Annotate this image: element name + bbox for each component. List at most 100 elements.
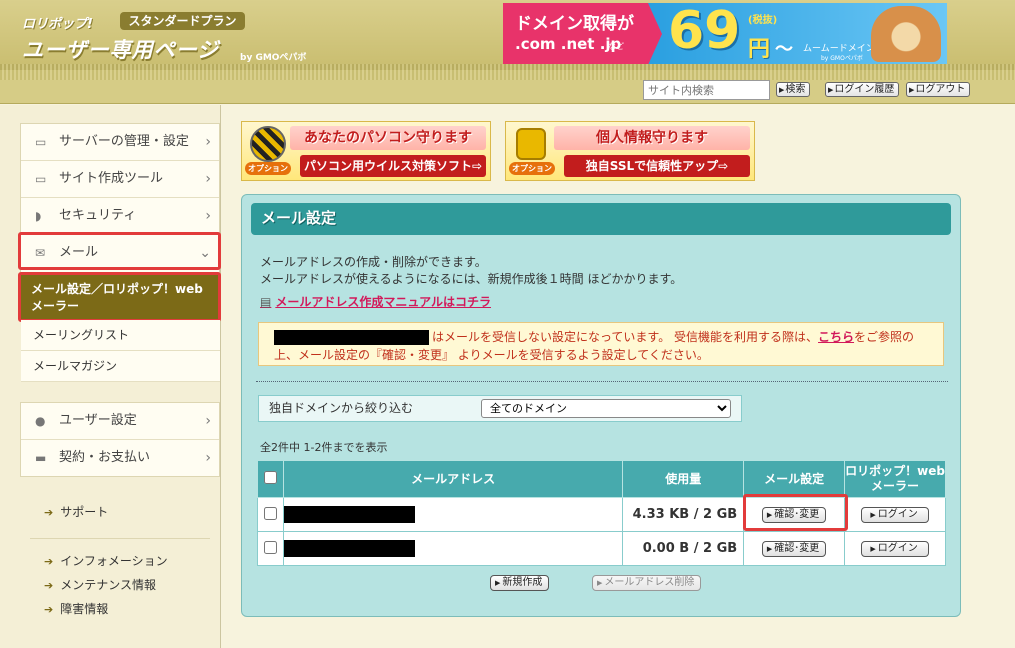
webmailer-header: ロリポップ！webメーラー [844, 460, 946, 498]
delete-address-label: メールアドレス削除 [604, 577, 695, 588]
domain-filter-select[interactable]: 全てのドメイン [481, 399, 731, 418]
sidebar-item-security[interactable]: ◗ セキュリティ › [21, 198, 219, 235]
sidebar-item-label: ユーザー設定 [59, 413, 137, 428]
triangle-icon: ▶ [909, 86, 915, 94]
sidebar-subitem-mail-magazine[interactable]: メールマガジン [21, 351, 220, 382]
table-row: 0.00 B / 2 GB ▶ 確認･変更 ▶ ログイン [257, 531, 946, 566]
antivirus-promo-banner[interactable]: オプション あなたのパソコン守ります パソコン用ウイルス対策ソフト⇨ [241, 121, 491, 181]
chevron-right-icon: › [205, 450, 211, 466]
search-button-label: 検索 [785, 84, 806, 95]
header: ロリポップ! スタンダードプラン ユーザー専用ページ by GMOペパボ ドメイ… [0, 0, 1015, 70]
banner-yen: 円 [748, 37, 771, 62]
select-all-cell [257, 460, 284, 498]
credit-card-icon: ▬ [35, 451, 47, 465]
new-address-button[interactable]: ▶ 新規作成 [490, 575, 550, 591]
sidebar-link-maintenance[interactable]: メンテナンス情報 [44, 576, 156, 593]
domain-filter: 独自ドメインから絞り込む 全てのドメイン [258, 395, 742, 422]
plan-badge: スタンダードプラン [120, 12, 245, 30]
logo-text[interactable]: ロリポップ! [22, 13, 93, 32]
table-header-row: メールアドレス 使用量 メール設定 ロリポップ！webメーラー [257, 460, 946, 498]
address-cell [282, 531, 624, 566]
option-tag: オプション [509, 162, 555, 175]
promo-heading: 個人情報守ります [554, 126, 750, 150]
row-select-cell [257, 531, 284, 566]
banner-brand-by: by GMOペパボ [821, 55, 863, 62]
laptop-icon: ▭ [35, 172, 47, 186]
delete-address-button[interactable]: ▶ メールアドレス削除 [592, 575, 702, 591]
webmailer-cell: ▶ ログイン [844, 531, 946, 566]
sidebar-item-label: サーバーの管理・設定 [59, 134, 189, 149]
manual-link[interactable]: ▤ メールアドレス作成マニュアルはコチラ [260, 293, 491, 310]
sidebar-subitem-mail-settings[interactable]: メール設定／ロリポップ！webメーラー [18, 272, 221, 322]
chevron-right-icon: › [205, 208, 211, 224]
warning-text: はメールを受信しない設定になっています。 受信機能を利用する際は、 [432, 330, 819, 344]
confirm-change-label: 確認･変更 [774, 543, 820, 554]
logout-label: ログアウト [915, 84, 966, 95]
manual-link-label: メールアドレス作成マニュアルはコチラ [275, 295, 491, 309]
sidebar-link-support[interactable]: サポート [44, 503, 108, 520]
domain-banner[interactable]: ドメイン取得が .com .net .jp など 69 (税抜) 円 〜 ムーム… [503, 3, 947, 65]
address-cell [282, 497, 624, 532]
triangle-icon: ▶ [870, 545, 876, 553]
document-icon: ▤ [260, 295, 272, 309]
promo-subtext: パソコン用ウイルス対策ソフト⇨ [300, 155, 486, 177]
page-title: メール設定 [251, 203, 951, 235]
usage-cell: 0.00 B / 2 GB [622, 531, 745, 566]
redacted-address [283, 540, 415, 557]
sidebar-item-user-settings[interactable]: ● ユーザー設定 › [21, 403, 219, 440]
new-address-label: 新規作成 [502, 577, 543, 588]
login-label: ログイン [877, 543, 918, 554]
site-search-input[interactable] [643, 80, 770, 100]
select-all-checkbox[interactable] [263, 470, 277, 484]
triangle-icon: ▶ [597, 579, 603, 587]
sidebar-item-label: セキュリティ [59, 208, 137, 223]
chevron-right-icon: › [205, 134, 211, 150]
row-checkbox[interactable] [263, 506, 277, 520]
lock-icon [516, 128, 546, 160]
webmailer-login-button[interactable]: ▶ ログイン [861, 541, 929, 557]
triangle-icon: ▶ [495, 579, 501, 587]
usage-cell: 4.33 KB / 2 GB [622, 497, 745, 532]
address-header: メールアドレス [282, 460, 624, 498]
settings-cell: ▶ 確認･変更 [743, 531, 846, 566]
mail-highlight-box [18, 232, 221, 270]
promo-heading: あなたのパソコン守ります [290, 126, 486, 150]
banner-wave: 〜 [775, 39, 793, 60]
sidebar-item-site-tools[interactable]: ▭ サイト作成ツール › [21, 161, 219, 198]
triangle-icon: ▶ [828, 86, 834, 94]
chevron-right-icon: › [205, 171, 211, 187]
option-tag: オプション [245, 162, 291, 175]
warning-line-2: 上、メール設定の『確認・変更』 よりメールを受信するよう設定してください。 [274, 348, 709, 362]
promo-subtext: 独自SSLで信頼性アップ⇨ [564, 155, 750, 177]
sidebar-link-information[interactable]: インフォメーション [44, 552, 167, 569]
triangle-icon: ▶ [779, 86, 785, 94]
ssl-promo-banner[interactable]: オプション 個人情報守ります 独自SSLで信頼性アップ⇨ [505, 121, 755, 181]
confirm-change-button[interactable]: ▶ 確認･変更 [761, 541, 827, 557]
triangle-icon: ▶ [870, 511, 876, 519]
sidebar-item-billing[interactable]: ▬ 契約・お支払い › [21, 440, 219, 477]
logout-button[interactable]: ▶ログアウト [906, 82, 971, 97]
login-history-button[interactable]: ▶ログイン履歴 [825, 82, 900, 97]
login-label: ログイン [877, 509, 918, 520]
logo-by: by GMOペパボ [240, 53, 307, 63]
webmailer-login-button[interactable]: ▶ ログイン [861, 507, 929, 523]
sidebar-item-server[interactable]: ▭ サーバーの管理・設定 › [21, 124, 219, 161]
sidebar-menu-2: ● ユーザー設定 › ▬ 契約・お支払い › [20, 402, 220, 477]
redacted-address [274, 330, 429, 345]
banner-line2-suffix: など [608, 42, 624, 51]
logo-title[interactable]: ユーザー専用ページ [22, 34, 219, 64]
triangle-icon: ▶ [766, 545, 773, 553]
search-button[interactable]: ▶検索 [776, 82, 811, 97]
redacted-address [283, 506, 415, 523]
login-history-label: ログイン履歴 [834, 84, 895, 95]
warning-line-1: はメールを受信しない設定になっています。 受信機能を利用する際は、こちらをご参照… [274, 328, 943, 346]
chevron-right-icon: › [205, 413, 211, 429]
sidebar-subitem-mailing-list[interactable]: メーリングリスト [21, 320, 220, 351]
banner-line1: ドメイン取得が [515, 14, 634, 34]
row-checkbox[interactable] [263, 540, 277, 554]
banner-arrow [648, 3, 662, 65]
warning-text-2: をご参照の [854, 330, 915, 344]
sidebar-link-failure[interactable]: 障害情報 [44, 600, 108, 617]
banner-price: 69 [668, 3, 741, 61]
warning-link[interactable]: こちら [818, 330, 854, 344]
